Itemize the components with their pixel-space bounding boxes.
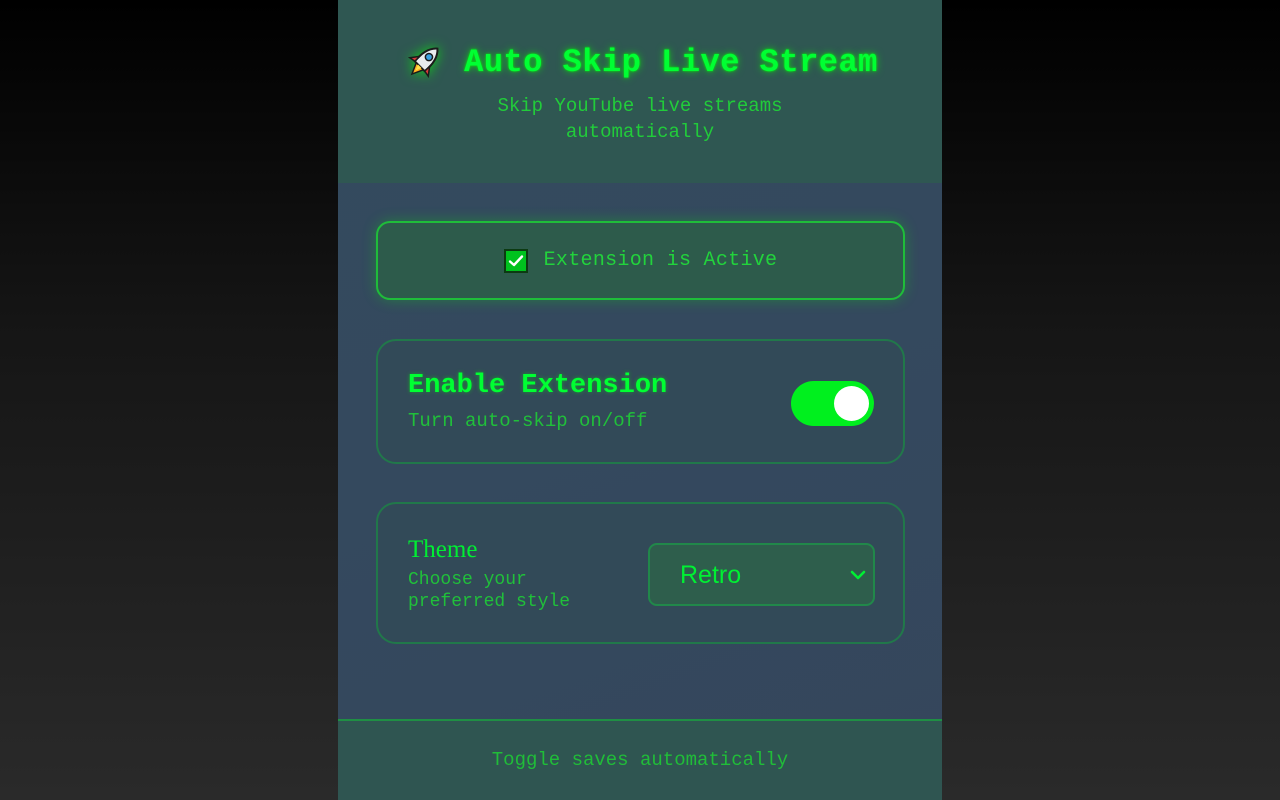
- enable-extension-description: Turn auto-skip on/off: [408, 410, 648, 432]
- status-banner: Extension is Active: [376, 221, 905, 300]
- header: Auto Skip Live Stream Skip YouTube live …: [338, 0, 942, 183]
- enable-extension-title: Enable Extension: [408, 371, 668, 401]
- rocket-icon: [408, 47, 439, 79]
- footer: Toggle saves automatically: [338, 719, 942, 800]
- chevron-down-icon: [850, 570, 866, 580]
- enable-extension-card: Enable Extension Turn auto-skip on/off: [376, 339, 905, 464]
- title-row: Auto Skip Live Stream: [338, 40, 942, 84]
- theme-description: Choose your preferred style: [408, 570, 571, 612]
- app-title: Auto Skip Live Stream: [464, 43, 878, 81]
- theme-card: Theme Choose your preferred style Retro: [376, 502, 905, 644]
- enable-extension-toggle[interactable]: [791, 381, 874, 426]
- theme-title: Theme: [408, 536, 478, 563]
- toggle-knob: [834, 386, 869, 421]
- footer-text: Toggle saves automatically: [491, 748, 789, 771]
- checkbox-checked-icon: [503, 248, 528, 273]
- extension-popup: Auto Skip Live Stream Skip YouTube live …: [338, 0, 942, 800]
- status-text: Extension is Active: [543, 249, 778, 272]
- app-subtitle: Skip YouTube live streams automatically: [497, 95, 783, 143]
- theme-select[interactable]: Retro: [648, 543, 875, 606]
- theme-select-value: Retro: [680, 561, 742, 589]
